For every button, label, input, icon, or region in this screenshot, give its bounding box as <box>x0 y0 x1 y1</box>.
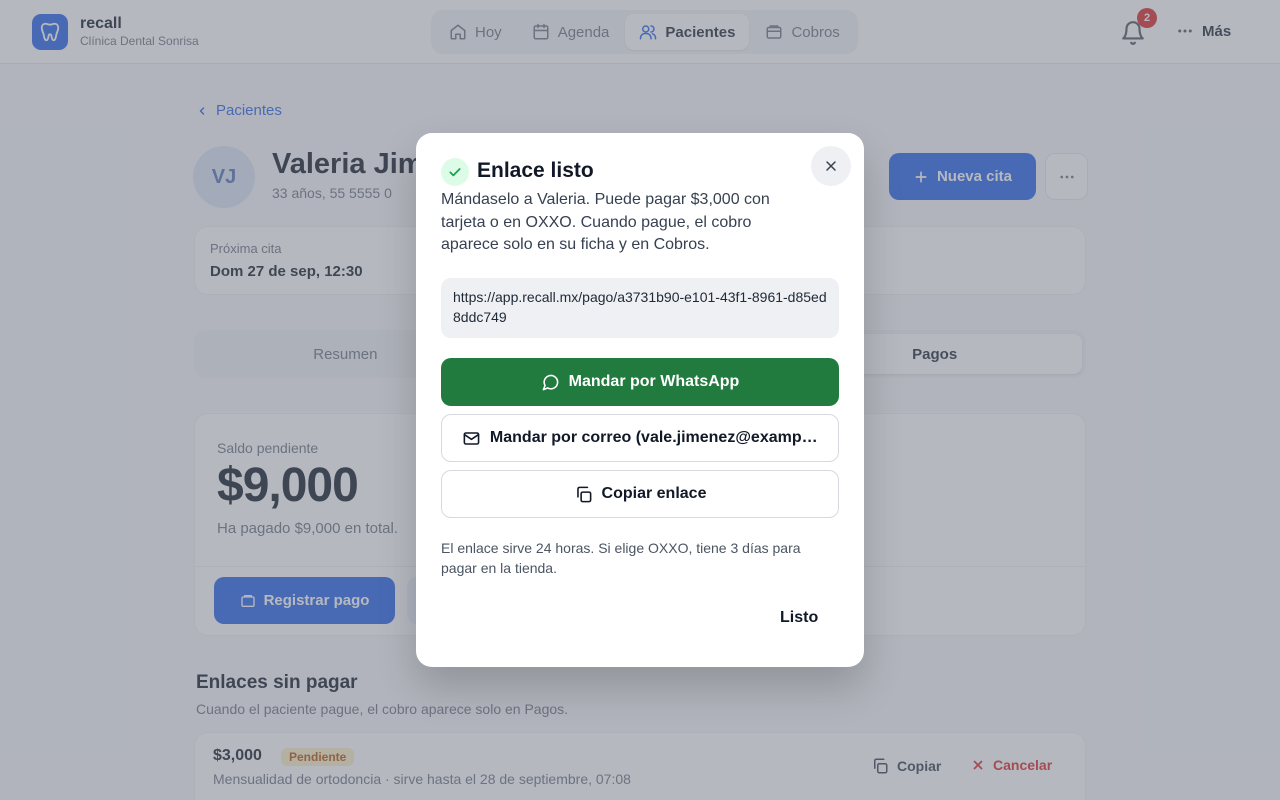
copy-link-label: Copiar enlace <box>601 485 707 502</box>
payment-link-dialog: Enlace listo Mándaselo a Valeria. Puede … <box>416 133 864 667</box>
send-whatsapp-button[interactable]: Mandar por WhatsApp <box>441 358 839 406</box>
email-label: Mandar por correo (vale.jimenez@exampl..… <box>489 429 818 446</box>
close-icon <box>826 161 836 171</box>
check-icon <box>441 158 469 186</box>
done-button[interactable]: Listo <box>774 605 824 631</box>
close-dialog-button[interactable] <box>811 146 851 186</box>
send-email-button[interactable]: Mandar por correo (vale.jimenez@exampl..… <box>441 414 839 462</box>
mail-icon <box>463 431 480 445</box>
whatsapp-label: Mandar por WhatsApp <box>568 373 740 390</box>
payment-link-url[interactable]: https://app.recall.mx/pago/a3731b90-e101… <box>441 278 839 338</box>
whatsapp-chat-icon <box>542 374 559 390</box>
copy-link-button[interactable]: Copiar enlace <box>441 470 839 518</box>
copy-icon <box>576 486 591 502</box>
dialog-title: Enlace listo <box>477 159 594 182</box>
dialog-description: Mándaselo a Valeria. Puede pagar $3,000 … <box>441 191 770 253</box>
dialog-note: El enlace sirve 24 horas. Si elige OXXO,… <box>441 540 801 576</box>
